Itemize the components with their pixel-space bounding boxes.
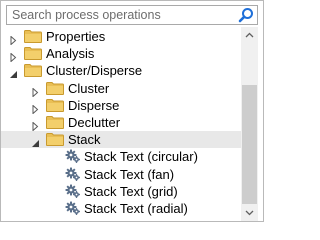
folder-icon xyxy=(24,47,42,61)
tree-item-stack-text-fan[interactable]: Stack Text (fan) xyxy=(1,166,241,183)
tree-item-label: Declutter xyxy=(68,115,121,130)
tree-item-label: Cluster xyxy=(68,80,110,96)
tree-item-stack-text-grid[interactable]: Stack Text (grid) xyxy=(1,183,241,200)
tree-item-label: Stack Text (radial) xyxy=(84,201,188,216)
search-input[interactable] xyxy=(7,6,238,24)
folder-icon xyxy=(46,116,64,129)
gear-icon xyxy=(65,200,81,216)
tree-item-cluster-disperse[interactable]: Cluster/Disperse xyxy=(1,62,241,79)
search-icon[interactable] xyxy=(238,7,254,23)
collapsed-arrow-icon[interactable] xyxy=(9,49,18,63)
tree-item-label: Disperse xyxy=(68,97,120,113)
scroll-up-button[interactable] xyxy=(241,27,258,44)
tree-item-label: Stack xyxy=(68,132,101,148)
gear-icon xyxy=(65,183,81,199)
tree-item-label: Analysis xyxy=(46,46,95,62)
collapsed-arrow-icon[interactable] xyxy=(31,118,40,132)
tree-item-analysis[interactable]: Analysis xyxy=(1,45,241,63)
expanded-arrow-icon[interactable] xyxy=(31,135,40,148)
folder-icon xyxy=(46,81,64,95)
collapsed-arrow-icon[interactable] xyxy=(31,84,40,98)
folder-icon xyxy=(46,98,64,112)
folder-icon xyxy=(24,30,42,43)
operations-tree: Properties Analysis Cluster/Disperse Cluste… xyxy=(1,27,241,221)
tree-item-declutter[interactable]: Declutter xyxy=(1,114,241,132)
tree-item-properties[interactable]: Properties xyxy=(1,28,241,46)
tree-item-stack-text-circular[interactable]: Stack Text (circular) xyxy=(1,148,241,165)
tree-item-label: Properties xyxy=(46,29,106,44)
tree-item-label: Stack Text (grid) xyxy=(84,183,178,199)
tree-item-cluster[interactable]: Cluster xyxy=(1,80,241,98)
tree-item-stack[interactable]: Stack xyxy=(1,131,241,149)
tree-item-stack-text-radial[interactable]: Stack Text (radial) xyxy=(1,200,241,217)
folder-icon xyxy=(46,133,64,147)
collapsed-arrow-icon[interactable] xyxy=(31,101,40,115)
gear-icon xyxy=(65,166,81,182)
scrollbar-thumb[interactable] xyxy=(242,85,257,204)
folder-icon xyxy=(24,64,42,78)
expanded-arrow-icon[interactable] xyxy=(9,66,18,79)
tree-item-label: Stack Text (fan) xyxy=(84,166,175,182)
scroll-down-button[interactable] xyxy=(241,204,258,221)
gear-icon xyxy=(65,148,81,164)
process-operations-panel: Properties AnalysisCluster/DisperseCluste… xyxy=(0,0,264,222)
tree-item-label: Stack Text (circular) xyxy=(84,149,198,165)
collapsed-arrow-icon[interactable] xyxy=(9,32,18,46)
search-box xyxy=(6,5,258,25)
tree-item-disperse[interactable]: Disperse xyxy=(1,97,241,115)
tree-item-label: Cluster/Disperse xyxy=(46,63,143,79)
vertical-scrollbar[interactable] xyxy=(241,27,258,221)
